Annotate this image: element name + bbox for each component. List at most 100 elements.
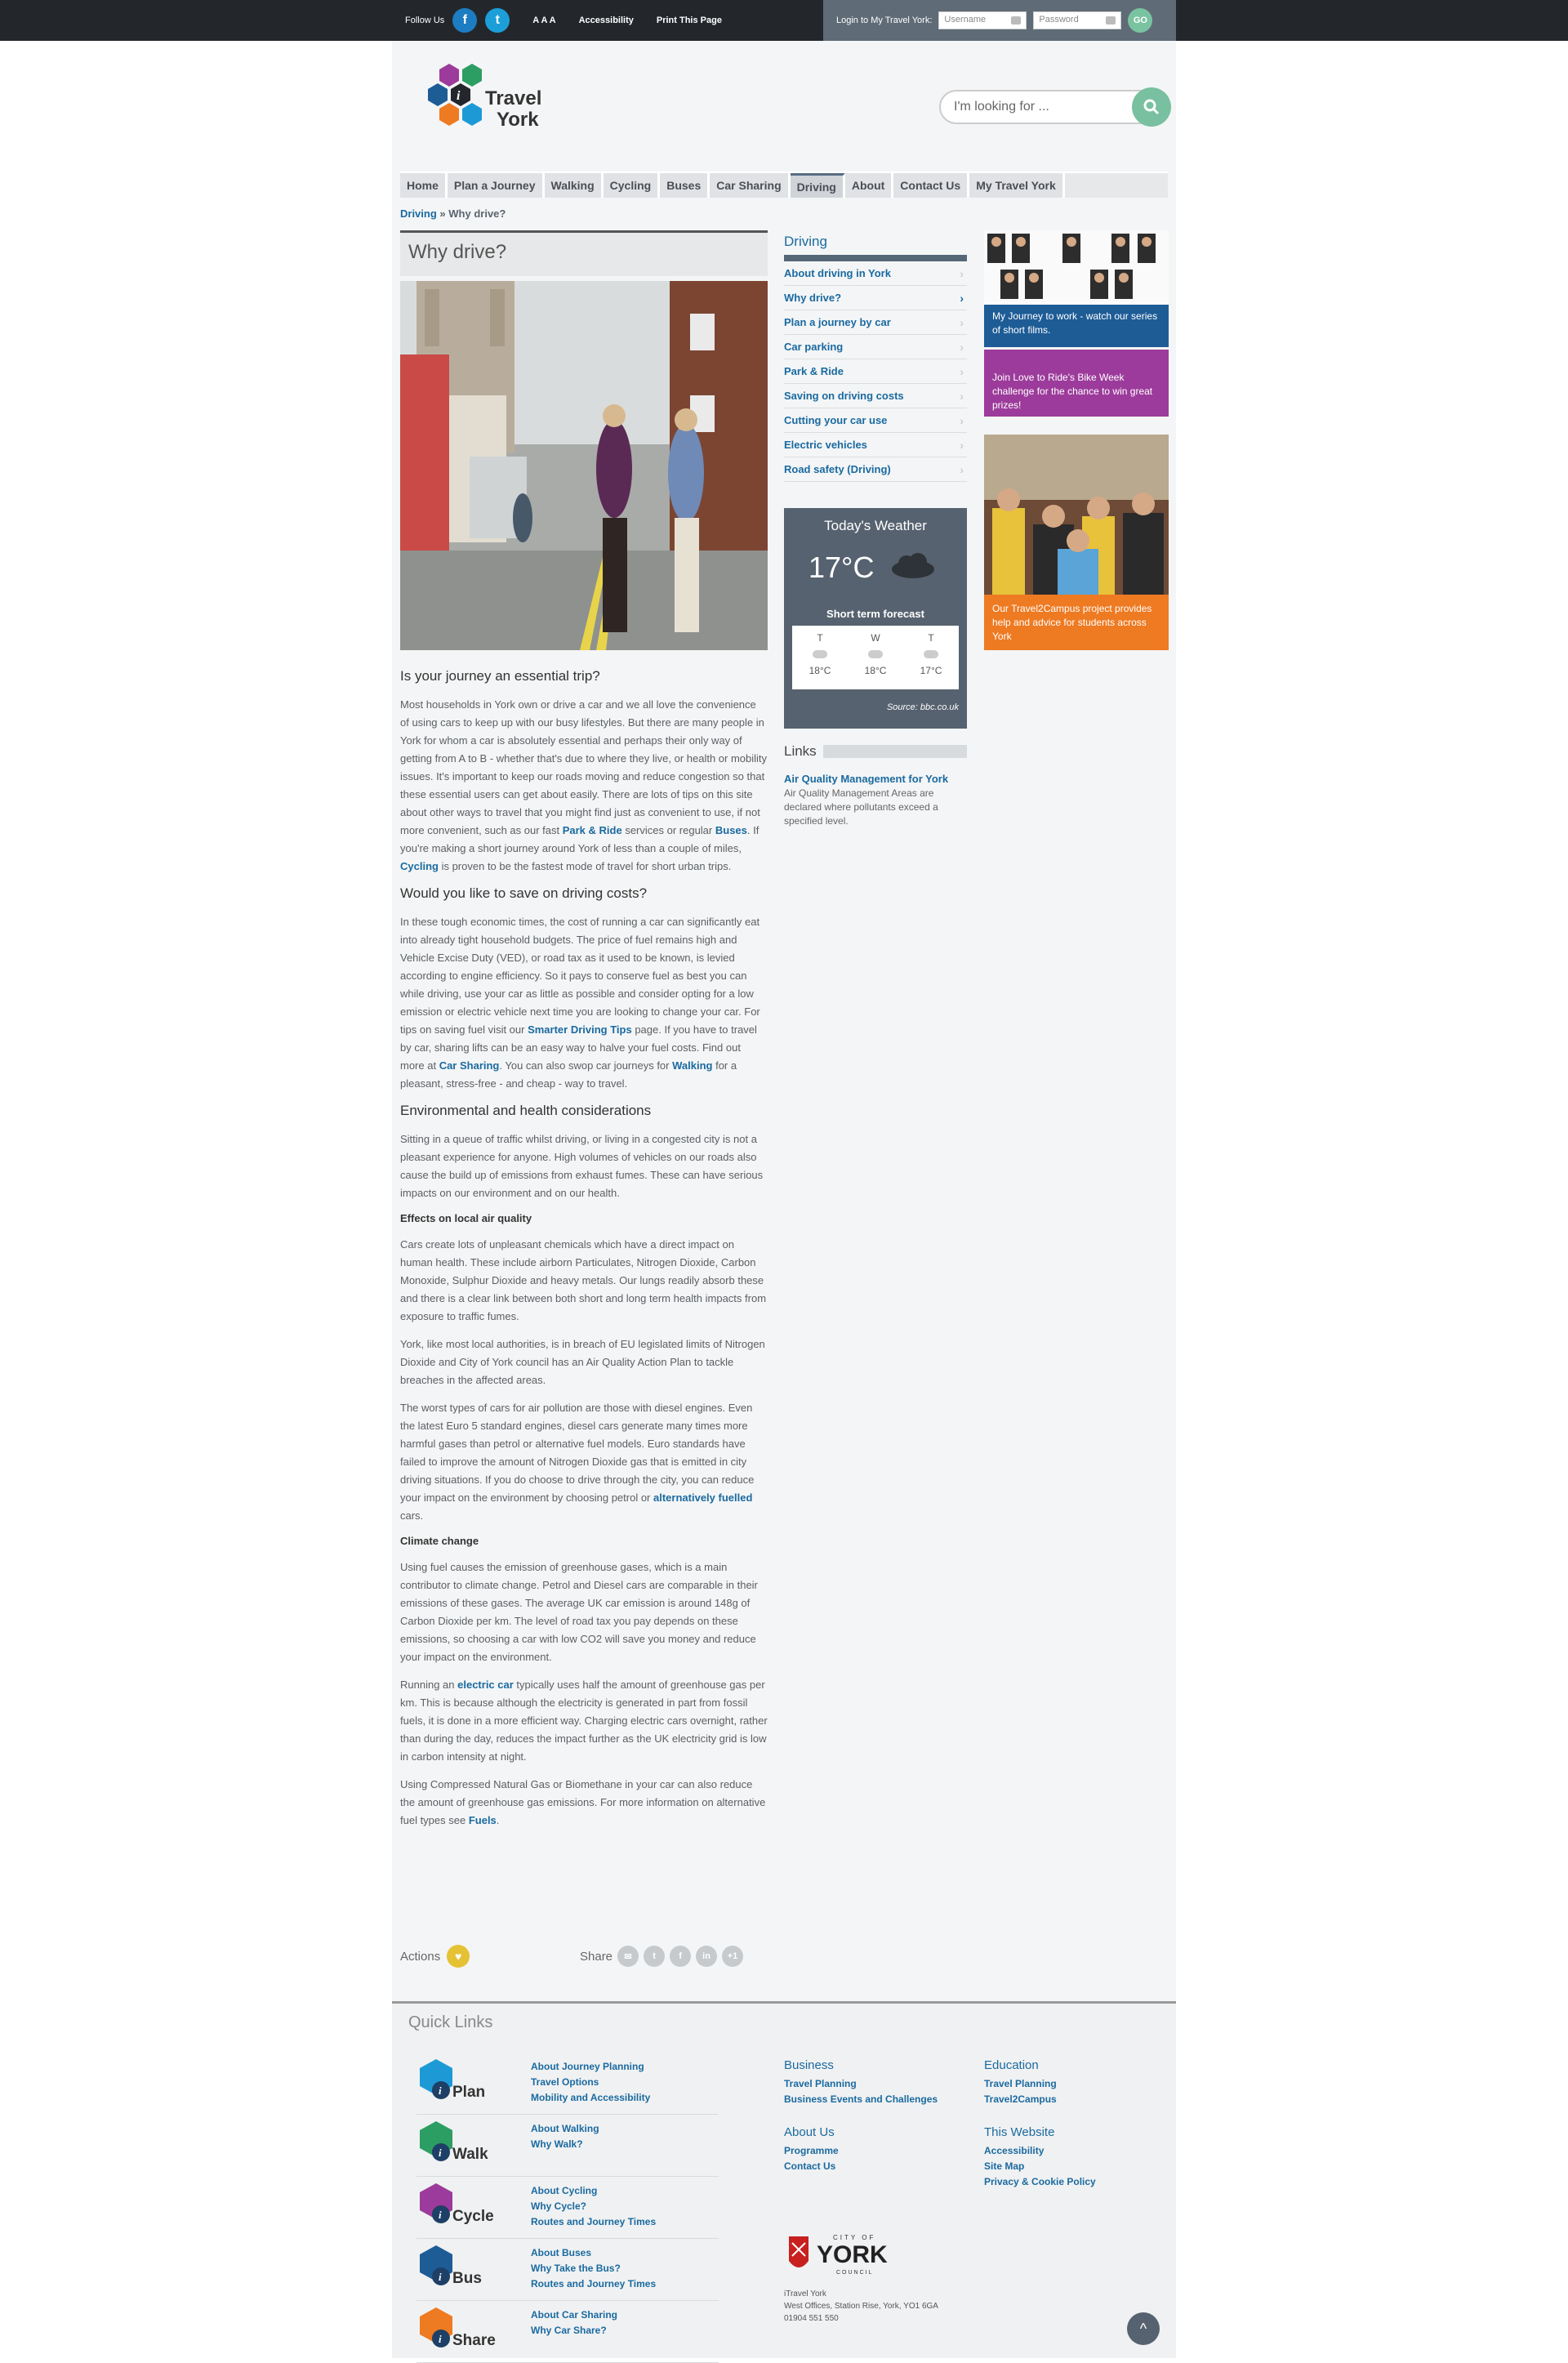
electric-car-link[interactable]: electric car xyxy=(457,1679,514,1691)
weather-source-link[interactable]: Source: bbc.co.uk xyxy=(887,702,959,712)
footer-link[interactable]: Business Events and Challenges xyxy=(784,2092,938,2107)
favourite-heart-icon[interactable]: ♥ xyxy=(447,1945,470,1968)
forecast-day-label: T xyxy=(817,632,823,644)
facebook-icon[interactable]: f xyxy=(452,8,478,33)
quick-link[interactable]: About Journey Planning xyxy=(531,2059,650,2075)
footer-link[interactable]: Contact Us xyxy=(784,2159,839,2174)
park-ride-link[interactable]: Park & Ride xyxy=(563,824,622,836)
footer-link[interactable]: Privacy & Cookie Policy xyxy=(984,2174,1096,2190)
nav-item-walking[interactable]: Walking xyxy=(544,173,604,198)
twitter-icon[interactable]: t xyxy=(485,8,510,33)
nav-item-my-travel-york[interactable]: My Travel York xyxy=(969,173,1065,198)
address-line: West Offices, Station Rise, York, YO1 6G… xyxy=(784,2302,938,2311)
footer-link[interactable]: Travel2Campus xyxy=(984,2092,1057,2107)
section-nav-item-road-safety-driving-[interactable]: Road safety (Driving) › xyxy=(784,457,967,482)
quick-link[interactable]: Travel Options xyxy=(531,2075,650,2090)
section-nav-item-why-drive-[interactable]: Why drive? › xyxy=(784,286,967,310)
paragraph-cng: Using Compressed Natural Gas or Biometha… xyxy=(400,1776,768,1830)
walk-icon[interactable]: i Walk xyxy=(416,2118,506,2167)
section-nav-item-about-driving-in-york[interactable]: About driving in York › xyxy=(784,261,967,286)
print-page-link[interactable]: Print This Page xyxy=(657,16,722,25)
section-nav-item-park-ride[interactable]: Park & Ride › xyxy=(784,359,967,384)
footer-link[interactable]: Site Map xyxy=(984,2159,1096,2174)
search-button[interactable] xyxy=(1132,87,1171,127)
text-span: typically uses half the amount of greenh… xyxy=(400,1679,768,1763)
footer-link[interactable]: Travel Planning xyxy=(784,2076,938,2092)
quick-link[interactable]: About Buses xyxy=(531,2245,656,2261)
username-field[interactable]: Username xyxy=(938,11,1027,29)
quick-link[interactable]: About Cycling xyxy=(531,2183,656,2199)
nav-item-home[interactable]: Home xyxy=(400,173,448,198)
section-nav-item-label: Park & Ride xyxy=(784,365,844,377)
nav-item-car-sharing[interactable]: Car Sharing xyxy=(710,173,791,198)
quick-link[interactable]: Mobility and Accessibility xyxy=(531,2090,650,2106)
share-twitter-icon[interactable]: t xyxy=(644,1946,666,1967)
nav-item-cycling[interactable]: Cycling xyxy=(603,173,661,198)
section-nav-item-car-parking[interactable]: Car parking › xyxy=(784,335,967,359)
section-nav-item-plan-a-journey-by-car[interactable]: Plan a journey by car › xyxy=(784,310,967,335)
cycle-icon[interactable]: i Cycle xyxy=(416,2180,506,2229)
section-nav-item-electric-vehicles[interactable]: Electric vehicles › xyxy=(784,433,967,457)
svg-text:i: i xyxy=(439,2271,442,2283)
cycling-link[interactable]: Cycling xyxy=(400,860,439,872)
buses-link[interactable]: Buses xyxy=(715,824,747,836)
quick-link[interactable]: Why Cycle? xyxy=(531,2199,656,2214)
air-quality-link[interactable]: Air Quality Management for York xyxy=(784,773,967,785)
quick-links-title: Quick Links xyxy=(408,2013,493,2031)
nav-item-driving[interactable]: Driving xyxy=(790,173,845,198)
quick-link-list: About Journey Planning Travel Options Mobi… xyxy=(531,2059,650,2106)
quick-link[interactable]: Why Take the Bus? xyxy=(531,2261,656,2276)
promo-caption: Our Travel2Campus project provides help … xyxy=(992,603,1152,642)
quick-link[interactable]: About Car Sharing xyxy=(531,2307,617,2323)
quick-link[interactable]: Routes and Journey Times xyxy=(531,2276,656,2292)
share-linkedin-icon[interactable]: in xyxy=(696,1946,718,1967)
forecast-day: T 18°C xyxy=(809,632,831,689)
section-nav-item-label: Road safety (Driving) xyxy=(784,463,891,475)
text-size-link[interactable]: A A A xyxy=(532,16,555,25)
accessibility-link[interactable]: Accessibility xyxy=(579,16,634,25)
links-heading-bar xyxy=(822,745,967,758)
alternative-fuels-link[interactable]: alternatively fuelled xyxy=(653,1491,752,1504)
password-field[interactable]: Password xyxy=(1033,11,1122,29)
share-icon[interactable]: i Share xyxy=(416,2304,506,2353)
share-email-icon[interactable]: ✉ xyxy=(617,1946,639,1967)
bus-icon[interactable]: i Bus xyxy=(416,2242,506,2291)
back-to-top-button[interactable]: ^ xyxy=(1127,2312,1160,2345)
footer-link[interactable]: Programme xyxy=(784,2143,839,2159)
paragraph-climate: Using fuel causes the emission of greenh… xyxy=(400,1561,758,1663)
search-input[interactable]: I'm looking for ... xyxy=(939,87,1171,127)
paragraph-diesel: The worst types of cars for air pollutio… xyxy=(400,1399,768,1525)
quick-link[interactable]: Why Walk? xyxy=(531,2137,599,2152)
nav-item-buses[interactable]: Buses xyxy=(660,173,710,198)
promo-travel2campus[interactable]: Our Travel2Campus project provides help … xyxy=(984,435,1169,650)
heading-air-quality: Effects on local air quality xyxy=(400,1212,532,1224)
walking-link[interactable]: Walking xyxy=(672,1059,712,1072)
quick-link[interactable]: Why Car Share? xyxy=(531,2323,617,2338)
quick-link[interactable]: About Walking xyxy=(531,2121,599,2137)
share-googleplus-icon[interactable]: +1 xyxy=(722,1946,744,1967)
breadcrumb-driving-link[interactable]: Driving xyxy=(400,207,437,220)
footer-link[interactable]: Travel Planning xyxy=(984,2076,1057,2092)
search-icon xyxy=(1143,99,1160,115)
section-nav-item-cutting-your-car-use[interactable]: Cutting your car use › xyxy=(784,408,967,433)
share-facebook-icon[interactable]: f xyxy=(670,1946,692,1967)
promo-journey-to-work[interactable]: My Journey to work - watch our series of… xyxy=(984,230,1169,347)
quick-link[interactable]: Routes and Journey Times xyxy=(531,2214,656,2230)
nav-item-plan-a-journey[interactable]: Plan a Journey xyxy=(447,173,545,198)
login-go-button[interactable]: GO xyxy=(1128,8,1153,33)
fuels-link[interactable]: Fuels xyxy=(469,1814,497,1826)
nav-item-about[interactable]: About xyxy=(844,173,894,198)
city-of-york-council-logo[interactable]: CITY OF YORK COUNCIL xyxy=(784,2228,906,2285)
section-nav-item-saving-on-driving-costs[interactable]: Saving on driving costs › xyxy=(784,384,967,408)
footer-link[interactable]: Accessibility xyxy=(984,2143,1096,2159)
section-nav-item-label: Car parking xyxy=(784,341,844,353)
promo-caption: My Journey to work - watch our series of… xyxy=(984,305,1169,347)
chevron-right-icon: › xyxy=(960,315,964,329)
nav-item-contact-us[interactable]: Contact Us xyxy=(893,173,970,198)
plan-icon[interactable]: i Plan xyxy=(416,2056,506,2105)
promo-bike-week[interactable]: Join Love to Ride's Bike Week challenge … xyxy=(984,350,1169,417)
footer-about: About Us Programme Contact Us xyxy=(784,2124,839,2174)
itravel-york-logo[interactable]: i Travel York xyxy=(415,57,562,151)
car-sharing-link[interactable]: Car Sharing xyxy=(439,1059,500,1072)
smarter-driving-tips-link[interactable]: Smarter Driving Tips xyxy=(528,1023,632,1036)
